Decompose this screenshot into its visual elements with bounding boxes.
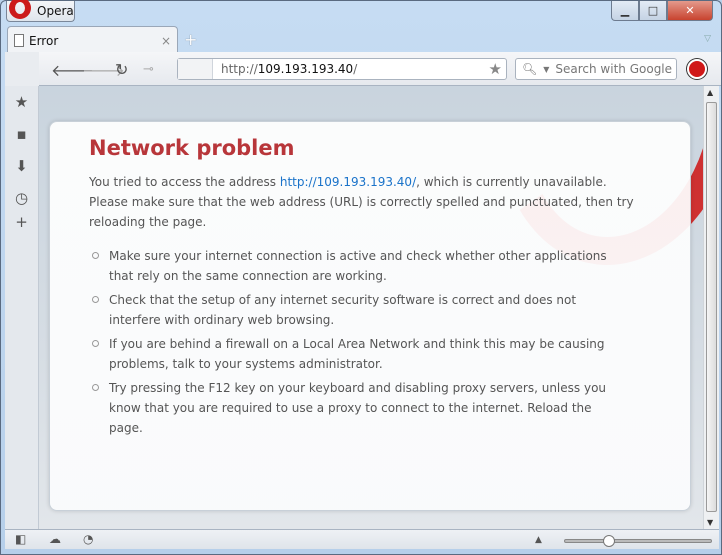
maximize-button[interactable]: □ xyxy=(639,1,667,21)
list-item: Make sure your internet connection is ac… xyxy=(89,246,629,286)
tab-menu-icon[interactable]: ▽ xyxy=(704,34,711,44)
adblock-icon[interactable] xyxy=(687,59,707,79)
tips-list: Make sure your internet connection is ac… xyxy=(89,246,629,442)
opera-logo-icon xyxy=(9,0,31,19)
scroll-down-icon[interactable]: ▼ xyxy=(707,518,713,527)
key-icon[interactable]: ⊸ xyxy=(143,62,154,77)
bookmarks-icon[interactable]: ★ xyxy=(5,86,38,118)
page-title: Network problem xyxy=(89,136,295,160)
list-item: Try pressing the F12 key on your keyboar… xyxy=(89,378,629,438)
chevron-down-icon[interactable]: ▼ xyxy=(543,65,549,74)
page-content: Network problem You tried to access the … xyxy=(39,86,703,529)
add-panel-icon[interactable]: + xyxy=(5,206,38,238)
address-bar[interactable]: http://109.193.193.40/★ xyxy=(177,58,507,80)
search-input[interactable]: 🔍︎ ▼ Search with Google xyxy=(515,58,677,80)
list-item: Check that the setup of any internet sec… xyxy=(89,290,629,330)
close-button[interactable]: ✕ xyxy=(667,1,713,21)
status-bar: ◧ ☁ ◔ ▲ xyxy=(5,529,719,549)
minimize-button[interactable]: ▁ xyxy=(611,1,639,21)
downloads-icon[interactable]: ⬇ xyxy=(5,150,38,182)
list-item: If you are behind a firewall on a Local … xyxy=(89,334,629,374)
toggle-panel-icon[interactable]: ◧ xyxy=(15,532,26,546)
document-icon xyxy=(14,34,24,47)
new-tab-button[interactable]: + xyxy=(184,30,197,49)
scrollbar-thumb[interactable] xyxy=(706,102,717,512)
intro-text: You tried to access the address http://1… xyxy=(89,175,634,229)
notes-icon[interactable]: ▪ xyxy=(5,118,38,150)
sidebar: ★ ▪ ⬇ ◷ + xyxy=(5,86,39,529)
scroll-up-icon[interactable]: ▲ xyxy=(707,88,713,97)
browser-window: Opera ▁ □ ✕ Error × + ▽ 🡐 🡒 ↻ ⊸ http://10… xyxy=(0,0,722,555)
tab-close-button[interactable]: × xyxy=(161,34,171,48)
toolbar: 🡐 🡒 ↻ ⊸ http://109.193.193.40/★ 🔍︎ ▼ Searc… xyxy=(39,52,721,86)
zoom-slider[interactable] xyxy=(564,535,712,547)
bookmark-star-icon[interactable]: ★ xyxy=(489,60,502,78)
search-icon: 🔍︎ xyxy=(522,62,538,76)
tab-error[interactable]: Error × xyxy=(7,26,178,54)
opera-turbo-icon[interactable]: ◔ xyxy=(83,532,93,546)
reload-icon[interactable]: ↻ xyxy=(115,60,128,79)
opera-menu-button[interactable]: Opera xyxy=(6,0,75,22)
opera-unite-icon[interactable]: ☁ xyxy=(49,532,61,546)
zoom-slider-knob[interactable] xyxy=(603,535,616,547)
address-link[interactable]: http://109.193.193.40/ xyxy=(280,175,416,189)
zoom-menu-icon[interactable]: ▲ xyxy=(535,535,542,545)
scrollbar[interactable]: ▲ ▼ xyxy=(703,86,719,529)
